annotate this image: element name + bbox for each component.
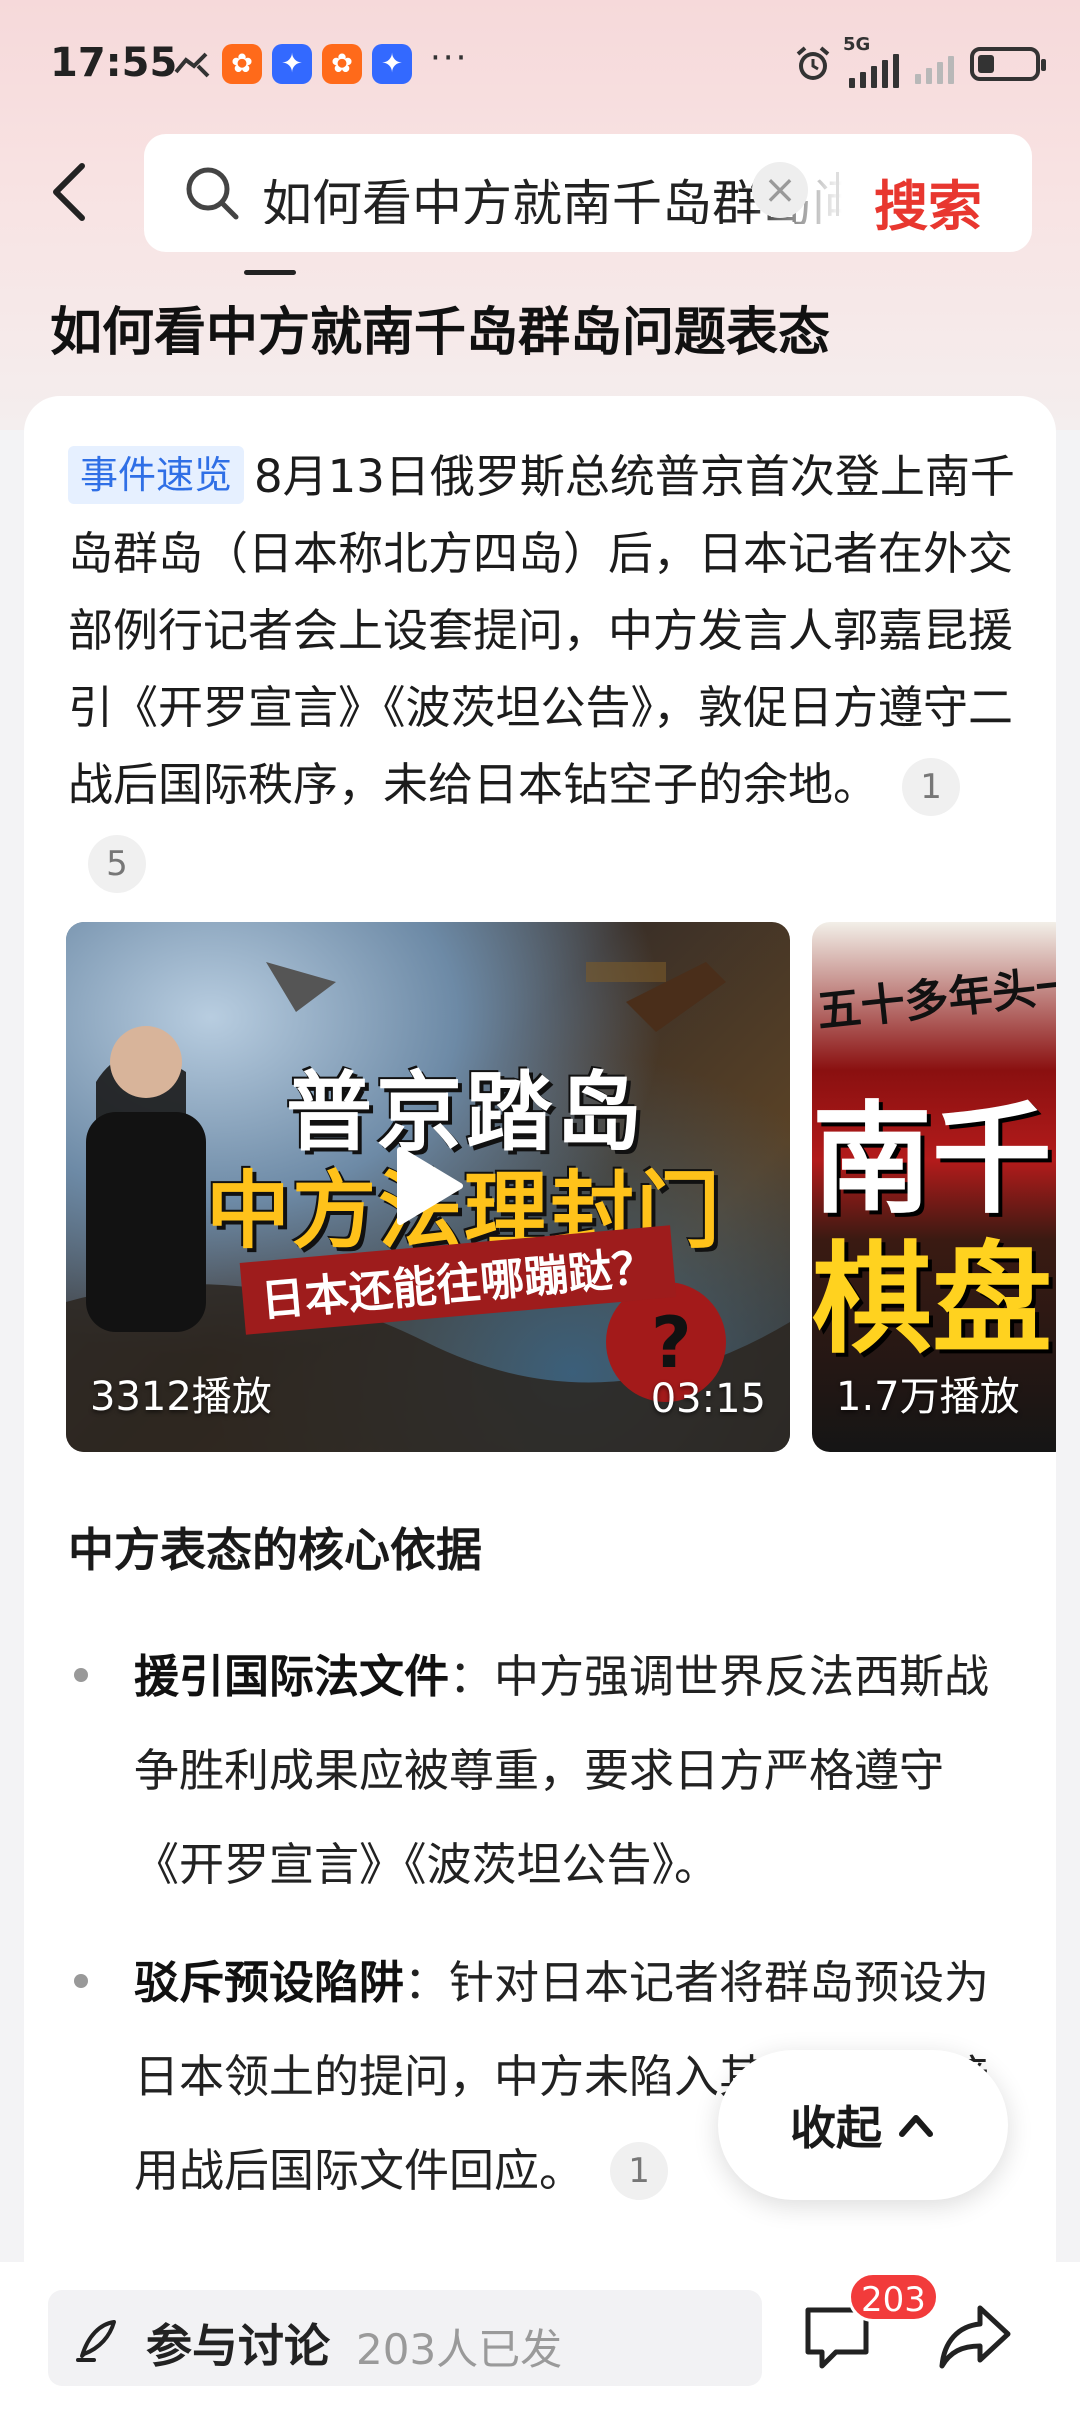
tab-indicator: [244, 270, 296, 275]
signal-strength-icon: [915, 44, 954, 84]
play-icon[interactable]: [394, 1146, 464, 1226]
section-heading: 中方表态的核心依据: [68, 1523, 482, 1577]
status-bar: 17:55 ✿ ✦ ✿ ✦ ··· 5G: [0, 0, 1080, 130]
citation-badge[interactable]: 1: [902, 758, 961, 816]
pen-icon: [76, 2320, 116, 2362]
bullet-dot: [74, 1974, 88, 1988]
search-bar[interactable]: 如何看中方就南千岛群岛问题表态 × 搜索: [144, 134, 1032, 252]
silent-mode-icon: [174, 52, 210, 78]
bottom-bar: 参与讨论 203人已发 203: [0, 2262, 1080, 2412]
event-overview-tag: 事件速览: [68, 446, 245, 504]
collapse-button[interactable]: 收起: [718, 2050, 1008, 2200]
citation-badge[interactable]: 5: [88, 835, 146, 893]
bullet-label: 驳斥预设陷阱: [134, 1956, 405, 2009]
video-title-line3: 棋盘: [812, 1231, 1052, 1370]
back-icon[interactable]: [46, 162, 96, 222]
video-card[interactable]: 五十多年头一 南千 棋盘 1.7万播放: [812, 922, 1056, 1452]
video-carousel[interactable]: ? 普京踏岛 中方法理封门 日本还能往哪蹦跶？ 3312播放 03:15 五十多…: [66, 922, 1056, 1452]
video-play-count: 1.7万播放: [836, 1374, 1020, 1420]
list-item: 援引国际法文件：中方强调世界反法西斯战争胜利成果应被尊重，要求日方严格遵守《开罗…: [68, 1630, 1028, 1912]
battery-icon: [970, 47, 1046, 81]
discussion-input[interactable]: 参与讨论 203人已发: [48, 2290, 762, 2386]
svg-text:?: ?: [651, 1302, 692, 1384]
answer-card: 事件速览 8月13日俄罗斯总统普京首次登上南千岛群岛（日本称北方四岛）后，日本记者…: [24, 396, 1056, 2296]
search-button[interactable]: 搜索: [874, 162, 982, 241]
citation-badge[interactable]: 1: [610, 2142, 669, 2200]
comment-count-badge: 203: [848, 2272, 939, 2322]
app-notification-icon: ✿: [322, 44, 362, 84]
chevron-up-icon: [899, 2115, 933, 2137]
app-notification-icon: ✿: [222, 44, 262, 84]
more-notifications-icon: ···: [430, 38, 469, 78]
video-play-count: 3312播放: [90, 1374, 272, 1420]
signal-5g: 5G: [843, 34, 899, 88]
network-type: 5G: [843, 34, 871, 55]
page-title: 如何看中方就南千岛群岛问题表态: [50, 303, 831, 363]
app-notification-icon: ✦: [272, 44, 312, 84]
discussion-count: 203人已发: [356, 2325, 563, 2374]
system-indicators: 5G: [793, 34, 1046, 88]
share-icon[interactable]: [938, 2302, 1012, 2372]
video-card[interactable]: ? 普京踏岛 中方法理封门 日本还能往哪蹦跶？ 3312播放 03:15: [66, 922, 790, 1452]
summary-text: 8月13日俄罗斯总统普京首次登上南千岛群岛（日本称北方四岛）后，日本记者在外交部…: [68, 450, 1015, 811]
bullet-dot: [74, 1668, 88, 1682]
search-icon: [186, 167, 239, 220]
event-summary: 事件速览 8月13日俄罗斯总统普京首次登上南千岛群岛（日本称北方四岛）后，日本记者…: [68, 438, 1018, 900]
divider: [836, 172, 839, 216]
video-duration: 03:15: [650, 1376, 766, 1422]
app-notification-icon: ✦: [372, 44, 412, 84]
bullet-label: 援引国际法文件: [134, 1650, 450, 1703]
status-time: 17:55: [50, 40, 178, 86]
collapse-label: 收起: [790, 2101, 882, 2155]
clear-search-button[interactable]: ×: [752, 162, 808, 218]
discussion-label: 参与讨论: [146, 2319, 330, 2373]
alarm-icon: [796, 46, 830, 80]
